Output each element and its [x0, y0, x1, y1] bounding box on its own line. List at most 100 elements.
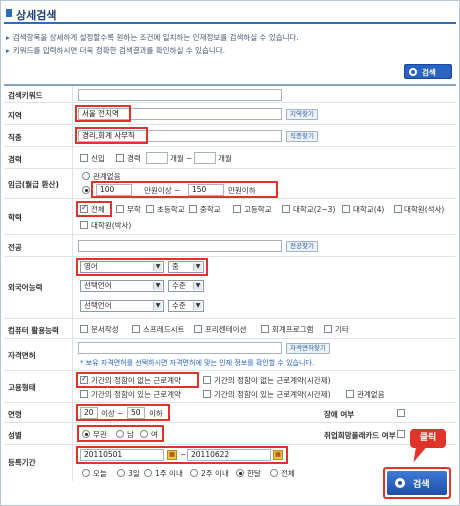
chevron-down-icon: ▼ — [153, 282, 162, 290]
career-unit1: 개월 ~ — [170, 154, 193, 163]
gender-highlight — [77, 425, 164, 442]
edu-option-label: 무학 — [127, 205, 141, 214]
period-radio[interactable] — [82, 469, 90, 477]
computer-checkbox[interactable] — [132, 325, 140, 333]
period-option-label: 2주 이내 — [201, 469, 229, 478]
age-highlight — [76, 404, 170, 421]
salary-label: 임금(월급 환산) — [8, 180, 59, 189]
notice-1: ▸ 검색항목을 상세하게 설정할수록 원하는 조건에 일치하는 인재정보를 검색하… — [6, 33, 299, 42]
support-checkbox[interactable] — [397, 430, 405, 438]
computer-checkbox[interactable] — [194, 325, 202, 333]
period-radio[interactable] — [270, 469, 278, 477]
period-radio[interactable] — [144, 469, 152, 477]
major-find-button[interactable]: 전공찾기 — [286, 241, 318, 252]
career-max-input[interactable] — [194, 152, 216, 164]
title-bar: 상세검색 — [4, 4, 456, 24]
license-label: 자격면허 — [8, 351, 36, 360]
edu-option-label: 고등학교 — [244, 205, 272, 214]
region-find-button[interactable]: 지역찾기 — [286, 109, 318, 120]
region-highlight — [75, 105, 131, 122]
job-highlight — [75, 127, 148, 144]
edu-option-label: 초등학교 — [157, 205, 185, 214]
search-button[interactable]: 검색 — [387, 471, 447, 495]
career-min-input[interactable] — [146, 152, 168, 164]
support-label: 취업희망플래카드 여부 — [324, 431, 396, 440]
period-radio[interactable] — [117, 469, 125, 477]
computer-checkbox[interactable] — [324, 325, 332, 333]
computer-checkbox[interactable] — [261, 325, 269, 333]
period-radio[interactable] — [236, 469, 244, 477]
chevron-down-icon: ▼ — [193, 302, 202, 310]
computer-option-label: 회계프로그램 — [272, 325, 314, 334]
period-option-label: 전체 — [281, 469, 295, 478]
career-label: 경력 — [8, 155, 22, 164]
salary-range-radio[interactable] — [82, 186, 90, 194]
edu-option-label: 대학원(석사) — [404, 205, 445, 214]
job-label: 직종 — [8, 133, 22, 142]
license-input[interactable] — [78, 342, 282, 354]
region-label: 지역 — [8, 111, 22, 120]
language-select-3[interactable]: 선택언어 ▼ — [80, 300, 164, 312]
language-select-2[interactable]: 선택언어 ▼ — [80, 280, 164, 292]
level-select-3[interactable]: 수준 ▼ — [168, 300, 204, 312]
career-new-label: 신입 — [91, 154, 105, 163]
edu-option-label: 대학원(박사) — [91, 221, 132, 230]
edu-checkbox[interactable] — [189, 205, 197, 213]
search-dot-icon — [395, 478, 405, 488]
age-label: 연령 — [8, 410, 22, 419]
period-option-label: 오늘 — [93, 469, 107, 478]
edu-option-label: 대학교(2~3) — [293, 205, 336, 214]
edu-option-label: 중학교 — [200, 205, 221, 214]
gender-label: 성별 — [8, 431, 22, 440]
employment-checkbox[interactable] — [203, 376, 211, 384]
keyword-input[interactable] — [78, 89, 282, 101]
employment-checkbox[interactable] — [203, 390, 211, 398]
top-search-button[interactable]: 검색 — [404, 64, 452, 79]
period-option-label: 3일 — [128, 469, 140, 478]
salary-highlight — [91, 181, 278, 198]
edu-checkbox[interactable] — [116, 205, 124, 213]
period-highlight — [76, 446, 288, 464]
period-option-label: 한달 — [247, 469, 261, 478]
license-find-button[interactable]: 자격면허찾기 — [286, 343, 330, 354]
edu-checkbox[interactable] — [394, 205, 402, 213]
disability-label: 장애 여부 — [324, 410, 355, 419]
job-find-button[interactable]: 직종찾기 — [286, 131, 318, 142]
edu-checkbox[interactable] — [146, 205, 154, 213]
career-unit2: 개월 — [218, 154, 232, 163]
salary-none-radio[interactable] — [82, 172, 90, 180]
search-form: 검색키워드 지역 서울 전지역 지역찾기 직종 경리,회계 사무직 직종찾기 경… — [4, 84, 456, 484]
edu-checkbox[interactable] — [342, 205, 350, 213]
license-note: * 보유 자격면허를 선택하시면 자격면허에 맞는 인재 정보를 확인할 수 있… — [80, 359, 315, 367]
employment-checkbox[interactable] — [346, 390, 354, 398]
notice-2: ▸ 키워드를 입력하시면 더욱 정확한 검색결과를 확인하실 수 있습니다. — [6, 46, 226, 55]
computer-option-label: 스프레드시트 — [143, 325, 185, 334]
computer-option-label: 기타 — [335, 325, 349, 334]
level-select-2[interactable]: 수준 ▼ — [168, 280, 204, 292]
employment-option-label: 기간의 정함이 없는 근로계약(시간제) — [214, 376, 331, 385]
major-label: 전공 — [8, 243, 22, 252]
language-highlight — [76, 258, 208, 276]
employment-option-label: 기간의 정함이 있는 근로계약 — [91, 390, 181, 399]
employment-option-label: 관계없음 — [357, 390, 385, 399]
period-label: 등록기간 — [8, 458, 36, 467]
major-input[interactable] — [78, 240, 282, 252]
career-new-checkbox[interactable] — [80, 154, 88, 162]
arrow-icon: ▸ — [6, 46, 10, 55]
career-exp-checkbox[interactable] — [116, 154, 124, 162]
computer-checkbox[interactable] — [80, 325, 88, 333]
education-label: 학력 — [8, 213, 22, 222]
disability-checkbox[interactable] — [397, 409, 405, 417]
employment-checkbox[interactable] — [80, 390, 88, 398]
language-label: 외국어능력 — [8, 283, 43, 292]
edu-checkbox[interactable] — [80, 221, 88, 229]
title-bullet-icon — [6, 9, 12, 17]
edu-option-label: 대학교(4) — [353, 205, 385, 214]
computer-label: 컴퓨터 활용능력 — [8, 326, 59, 335]
arrow-icon: ▸ — [6, 33, 10, 42]
period-radio[interactable] — [190, 469, 198, 477]
edu-checkbox[interactable] — [233, 205, 241, 213]
search-button-frame: 검색 — [383, 467, 451, 499]
edu-checkbox[interactable] — [282, 205, 290, 213]
chevron-down-icon: ▼ — [193, 282, 202, 290]
